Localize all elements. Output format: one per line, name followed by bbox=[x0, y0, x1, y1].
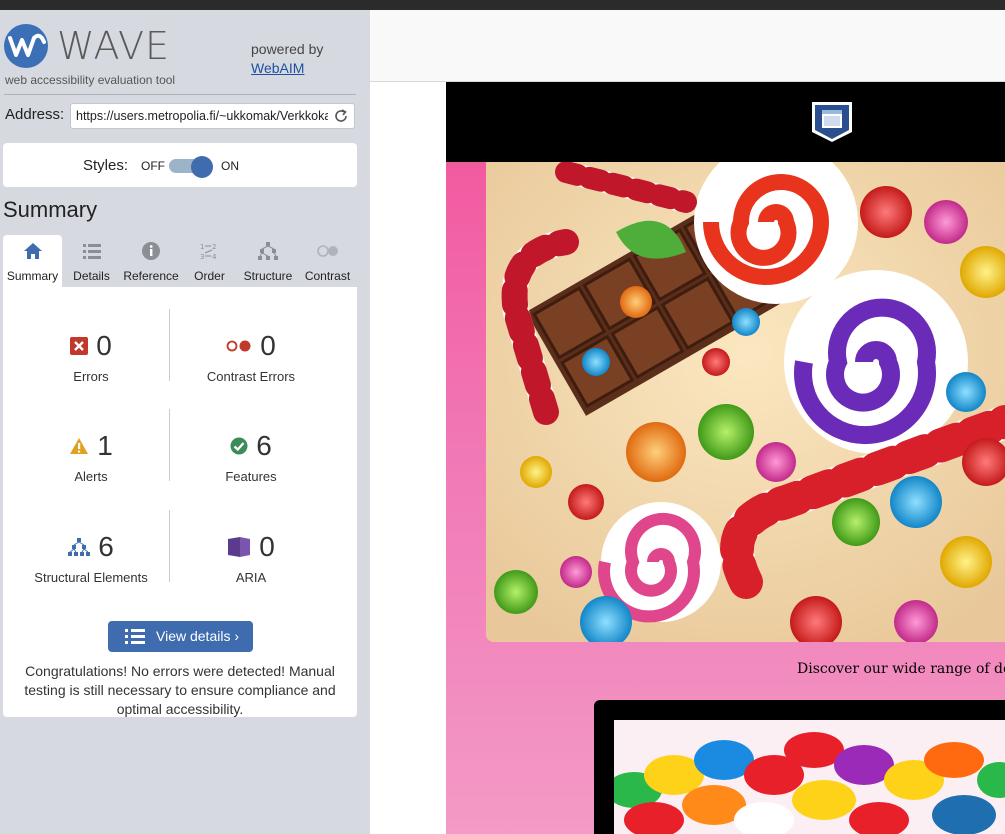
powered-by: powered by WebAIM bbox=[251, 40, 323, 78]
aria-icon bbox=[228, 537, 251, 557]
features-label: Features bbox=[225, 469, 277, 484]
styles-toggle-box: Styles: OFF ON bbox=[3, 143, 357, 187]
aria-label: ARIA bbox=[235, 570, 267, 585]
tab-label: Details bbox=[73, 269, 110, 283]
wave-tabs: Summary Details Reference 1 2 3 4 Order … bbox=[3, 235, 357, 287]
browser-top-strip bbox=[0, 0, 1005, 10]
error-icon bbox=[70, 337, 89, 355]
page-preview: Discover our wide range of delic bbox=[370, 10, 1005, 834]
tab-reference[interactable]: Reference bbox=[121, 235, 181, 287]
view-details-button[interactable]: View details › bbox=[108, 621, 253, 652]
site-header bbox=[446, 82, 1005, 162]
svg-text:1: 1 bbox=[200, 243, 204, 251]
alerts-count: 1 bbox=[97, 430, 113, 461]
view-details-label: View details › bbox=[156, 628, 240, 644]
stat-alerts[interactable]: 1 Alerts bbox=[11, 431, 171, 484]
wave-logo-row: WAVE web accessibility evaluation tool p… bbox=[0, 10, 370, 92]
reload-icon[interactable] bbox=[333, 107, 349, 125]
structural-label: Structural Elements bbox=[34, 570, 148, 585]
address-label: Address: bbox=[5, 106, 65, 123]
stat-aria[interactable]: 0 ARIA bbox=[171, 532, 331, 585]
wave-logo-icon bbox=[4, 24, 48, 68]
stat-structural-elements[interactable]: 6 Structural Elements bbox=[11, 531, 171, 586]
stat-features[interactable]: 6 Features bbox=[171, 430, 331, 485]
wave-brand: WAVE bbox=[57, 24, 171, 68]
structure-icon bbox=[258, 242, 278, 260]
divider bbox=[4, 94, 356, 95]
alerts-label: Alerts bbox=[74, 469, 108, 484]
tab-label: Reference bbox=[123, 269, 179, 283]
wave-tagline: web accessibility evaluation tool bbox=[5, 73, 176, 87]
congrats-message: Congratulations! No errors were detected… bbox=[24, 663, 336, 717]
svg-text:4: 4 bbox=[212, 253, 217, 261]
contrast-icon bbox=[316, 245, 338, 257]
address-value[interactable]: https://users.metropolia.fi/~ukkomak/Ver… bbox=[76, 109, 328, 123]
contrast-errors-count: 0 bbox=[260, 330, 276, 361]
styles-label: Styles: bbox=[83, 157, 129, 174]
structure-icon bbox=[68, 538, 91, 556]
tab-label: Contrast bbox=[304, 269, 351, 283]
stat-contrast-errors[interactable]: 0 Contrast Errors bbox=[171, 330, 331, 385]
features-count: 6 bbox=[256, 430, 272, 461]
styles-off-label: OFF bbox=[141, 159, 165, 173]
home-icon bbox=[23, 243, 42, 259]
site-tagline: Discover our wide range of delic bbox=[797, 661, 1005, 677]
errors-label: Errors bbox=[73, 369, 109, 384]
info-icon bbox=[142, 242, 160, 260]
site-page: Discover our wide range of delic bbox=[446, 82, 1005, 834]
errors-count: 0 bbox=[96, 330, 112, 361]
webaim-link[interactable]: WebAIM bbox=[251, 60, 304, 76]
site-logo-icon[interactable] bbox=[810, 100, 854, 144]
alert-icon bbox=[70, 438, 89, 454]
stat-errors[interactable]: 0 Errors bbox=[11, 331, 171, 384]
product-card[interactable] bbox=[594, 700, 1005, 834]
contrast-error-icon bbox=[226, 340, 251, 352]
svg-text:3: 3 bbox=[200, 253, 204, 261]
hero-candy-image bbox=[486, 162, 1005, 642]
tab-label: Summary bbox=[6, 269, 59, 283]
tab-contrast[interactable]: Contrast bbox=[298, 235, 357, 287]
structural-count: 6 bbox=[98, 531, 114, 562]
tab-summary[interactable]: Summary bbox=[3, 235, 62, 287]
tab-label: Structure bbox=[243, 269, 293, 283]
address-row: Address: https://users.metropolia.fi/~uk… bbox=[0, 102, 370, 130]
summary-panel: 0 Errors 0 Contrast Errors 1 Alerts 6 Fe… bbox=[3, 287, 357, 717]
tab-label: Order bbox=[194, 269, 225, 283]
summary-heading: Summary bbox=[3, 197, 98, 222]
list-icon bbox=[125, 629, 145, 644]
wave-sidebar: WAVE web accessibility evaluation tool p… bbox=[0, 10, 370, 834]
preview-toolbar-area bbox=[370, 10, 1005, 82]
tab-details[interactable]: Details bbox=[62, 235, 121, 287]
tab-order[interactable]: 1 2 3 4 Order bbox=[181, 235, 238, 287]
address-input[interactable]: https://users.metropolia.fi/~ukkomak/Ver… bbox=[70, 103, 355, 129]
styles-on-label: ON bbox=[221, 159, 239, 173]
styles-toggle-knob[interactable] bbox=[191, 156, 213, 178]
aria-count: 0 bbox=[259, 531, 275, 562]
order-icon: 1 2 3 4 bbox=[200, 243, 217, 261]
jellybean-image bbox=[614, 720, 1005, 834]
powered-by-text: powered by bbox=[251, 41, 324, 57]
svg-text:2: 2 bbox=[212, 243, 216, 251]
contrast-errors-label: Contrast Errors bbox=[206, 369, 296, 384]
tab-structure[interactable]: Structure bbox=[238, 235, 298, 287]
list-icon bbox=[82, 244, 101, 259]
feature-icon bbox=[230, 437, 248, 455]
